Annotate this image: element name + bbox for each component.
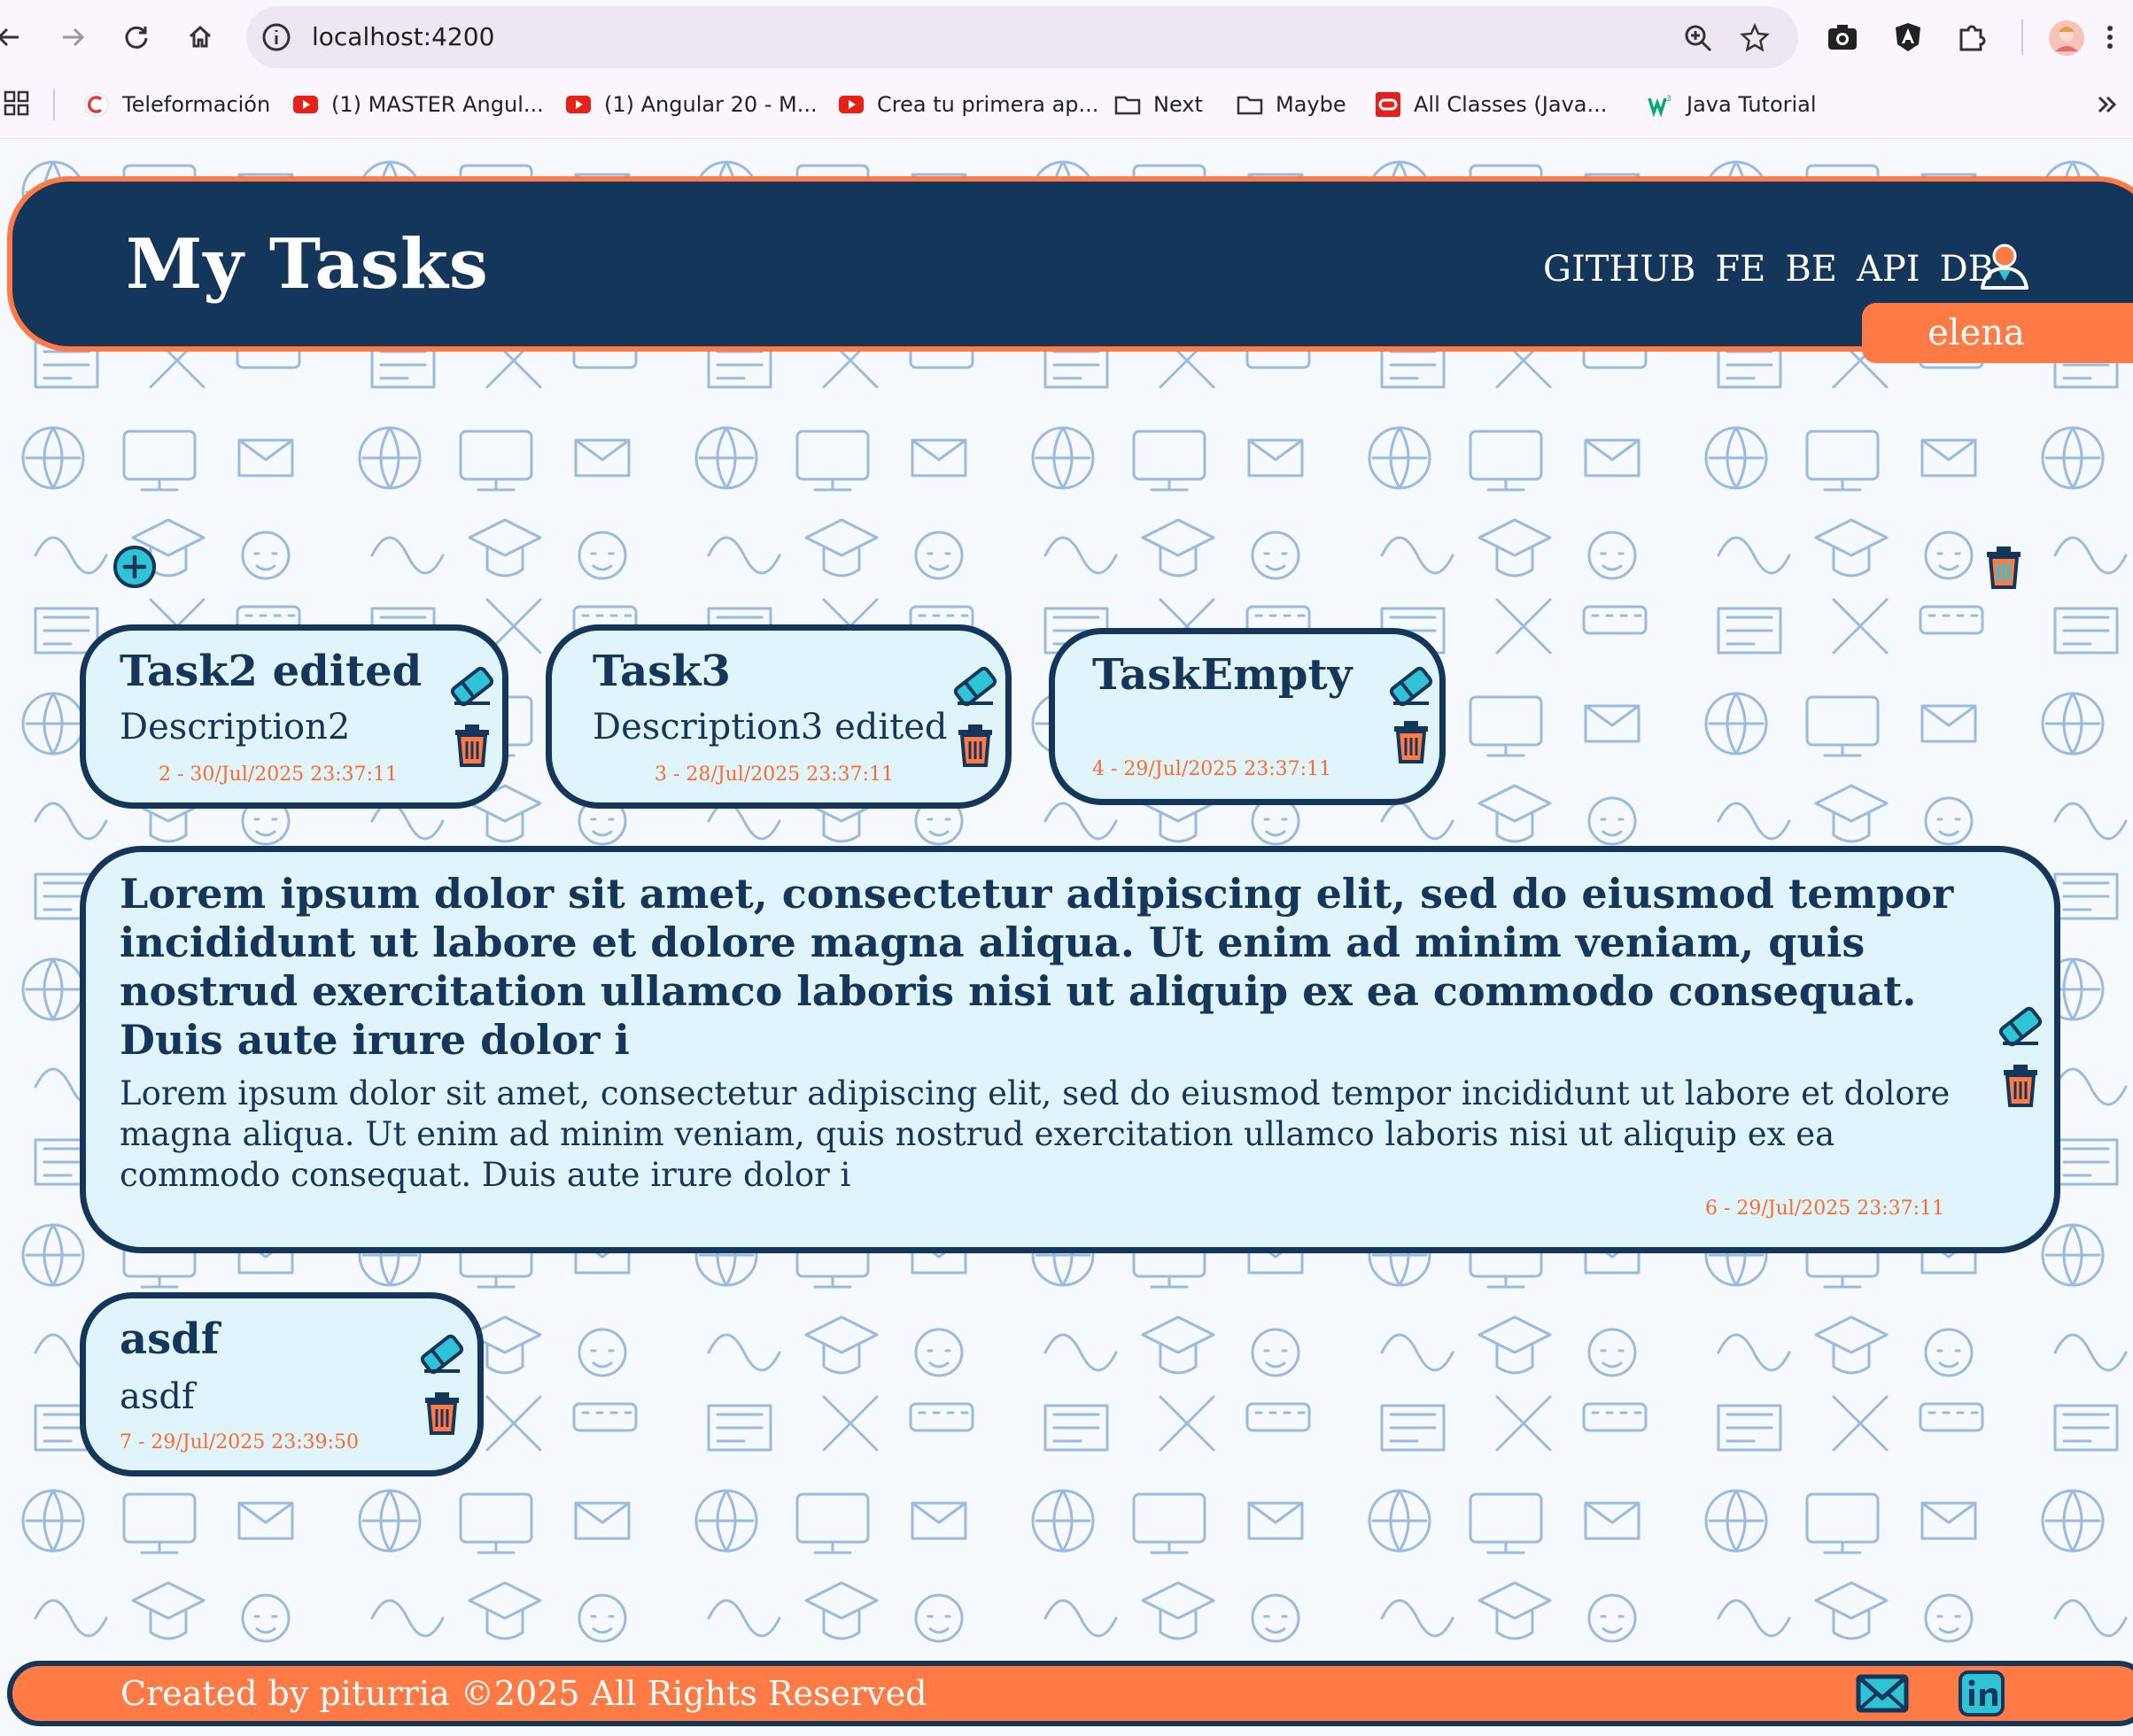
app-page: My Tasks GITHUB FE BE API DB elena Task2… <box>0 139 2133 1736</box>
bookmark-folder-maybe[interactable]: Maybe <box>1237 89 1346 120</box>
bookmark-label: Java Tutorial <box>1687 92 1817 117</box>
address-bar[interactable]: localhost:4200 <box>246 6 1798 68</box>
youtube-icon <box>566 96 591 113</box>
app-title: My Tasks <box>126 224 489 305</box>
bookmark-label: All Classes (Java... <box>1414 92 1608 117</box>
bookmark-star-icon[interactable] <box>1740 23 1770 53</box>
apps-grid-icon[interactable] <box>4 90 30 117</box>
browser-menu-icon[interactable] <box>2101 19 2119 55</box>
linkedin-icon[interactable] <box>1958 1670 2005 1717</box>
bookmark-label: (1) Angular 20 - M... <box>604 92 818 117</box>
user-name-badge: elena <box>1862 303 2133 363</box>
bookmark-all-classes[interactable]: All Classes (Java... <box>1375 89 1607 120</box>
delete-trash-icon[interactable] <box>1392 716 1431 765</box>
task-title: Task2 edited <box>120 647 423 696</box>
folder-icon <box>1114 96 1141 115</box>
edit-eraser-icon[interactable] <box>449 666 495 707</box>
task-meta: 7 - 29/Jul/2025 23:39:50 <box>120 1431 360 1453</box>
delete-trash-icon[interactable] <box>2001 1059 2040 1109</box>
task-card: Lorem ipsum dolor sit amet, consectetur … <box>80 846 2060 1253</box>
camera-icon[interactable] <box>1825 19 1860 55</box>
task-card: Task3 Description3 edited 3 - 28/Jul/202… <box>546 624 1012 809</box>
task-meta: 2 - 30/Jul/2025 23:37:11 <box>159 763 399 786</box>
user-icon[interactable] <box>1977 238 2032 293</box>
bookmark-crea-tu-primera[interactable]: Crea tu primera ap... <box>838 89 1098 120</box>
more-bookmarks-icon[interactable] <box>2094 92 2121 117</box>
task-description: Lorem ipsum dolor sit amet, consectetur … <box>120 1074 1951 1194</box>
app-footer: Created by piturria ©2025 All Rights Res… <box>7 1661 2133 1726</box>
task-card: TaskEmpty 4 - 29/Jul/2025 23:37:11 <box>1049 628 1446 805</box>
nav-link-fe[interactable]: FE <box>1715 249 1765 290</box>
add-task-button[interactable] <box>112 545 157 589</box>
forward-icon[interactable] <box>53 18 92 57</box>
task-description: Description3 edited <box>593 707 948 748</box>
profile-avatar-icon[interactable] <box>2048 19 2085 57</box>
browser-chrome: localhost:4200 Teleformación (1) MASTER … <box>0 0 2133 139</box>
bookmark-java-tutorial[interactable]: 3 Java Tutorial <box>1648 89 1817 120</box>
reload-icon[interactable] <box>117 18 156 57</box>
task-card: asdf asdf 7 - 29/Jul/2025 23:39:50 <box>80 1292 484 1476</box>
task-card: Task2 edited Description2 2 - 30/Jul/202… <box>80 624 508 809</box>
edit-eraser-icon[interactable] <box>952 666 998 707</box>
delete-trash-icon[interactable] <box>423 1387 462 1437</box>
bookmark-label: Crea tu primera ap... <box>877 92 1099 117</box>
youtube-icon <box>839 96 864 113</box>
bookmark-folder-next[interactable]: Next <box>1114 89 1203 120</box>
task-title: asdf <box>120 1314 220 1364</box>
nav-link-api[interactable]: API <box>1857 249 1920 290</box>
site-info-icon[interactable] <box>260 21 292 53</box>
address-url[interactable]: localhost:4200 <box>312 6 494 68</box>
svg-text:3: 3 <box>1666 95 1671 104</box>
folder-icon <box>1237 96 1263 115</box>
nav-link-be[interactable]: BE <box>1785 249 1837 290</box>
bookmark-label: Teleformación <box>122 92 271 117</box>
oracle-icon <box>1376 92 1400 117</box>
youtube-icon <box>293 96 318 113</box>
task-title: Lorem ipsum dolor sit amet, consectetur … <box>120 870 1954 1064</box>
task-description: Description2 <box>120 707 351 748</box>
delete-trash-icon[interactable] <box>453 719 492 769</box>
delete-trash-icon[interactable] <box>956 719 995 769</box>
teleformacion-icon <box>84 92 109 117</box>
toolbar-divider <box>2021 19 2023 55</box>
task-meta: 3 - 28/Jul/2025 23:37:11 <box>655 763 895 786</box>
edit-eraser-icon[interactable] <box>1388 666 1434 707</box>
w3schools-icon: 3 <box>1648 95 1671 118</box>
footer-credit: Created by piturria ©2025 All Rights Res… <box>120 1674 927 1713</box>
task-title: Task3 <box>593 647 731 696</box>
delete-all-button[interactable] <box>1984 541 2023 591</box>
edit-eraser-icon[interactable] <box>1997 1006 2044 1047</box>
task-meta: 4 - 29/Jul/2025 23:37:11 <box>1092 758 1332 780</box>
task-description: asdf <box>120 1376 195 1417</box>
bookmark-label: (1) MASTER Angul... <box>331 92 544 117</box>
nav-link-github[interactable]: GITHUB <box>1543 249 1695 290</box>
header-nav: GITHUB FE BE API DB <box>1543 249 1994 290</box>
extensions-puzzle-icon[interactable] <box>1954 19 1990 55</box>
extension-angular-icon[interactable] <box>1890 19 1926 55</box>
mail-icon[interactable] <box>1855 1671 1910 1716</box>
bookmark-master-angular[interactable]: (1) MASTER Angul... <box>292 89 544 120</box>
bookmark-teleformacion[interactable]: Teleformación <box>83 89 270 120</box>
back-icon[interactable] <box>0 18 28 57</box>
home-icon[interactable] <box>181 18 220 57</box>
task-title: TaskEmpty <box>1092 650 1353 700</box>
task-meta: 6 - 29/Jul/2025 23:37:11 <box>1705 1197 1945 1220</box>
bookmark-label: Next <box>1153 92 1203 117</box>
bookmarks-divider <box>53 89 55 120</box>
app-header: My Tasks GITHUB FE BE API DB <box>7 176 2133 352</box>
edit-eraser-icon[interactable] <box>419 1334 465 1375</box>
zoom-icon[interactable] <box>1683 23 1713 53</box>
bookmark-angular-20[interactable]: (1) Angular 20 - M... <box>565 89 818 120</box>
bookmark-label: Maybe <box>1276 92 1346 117</box>
